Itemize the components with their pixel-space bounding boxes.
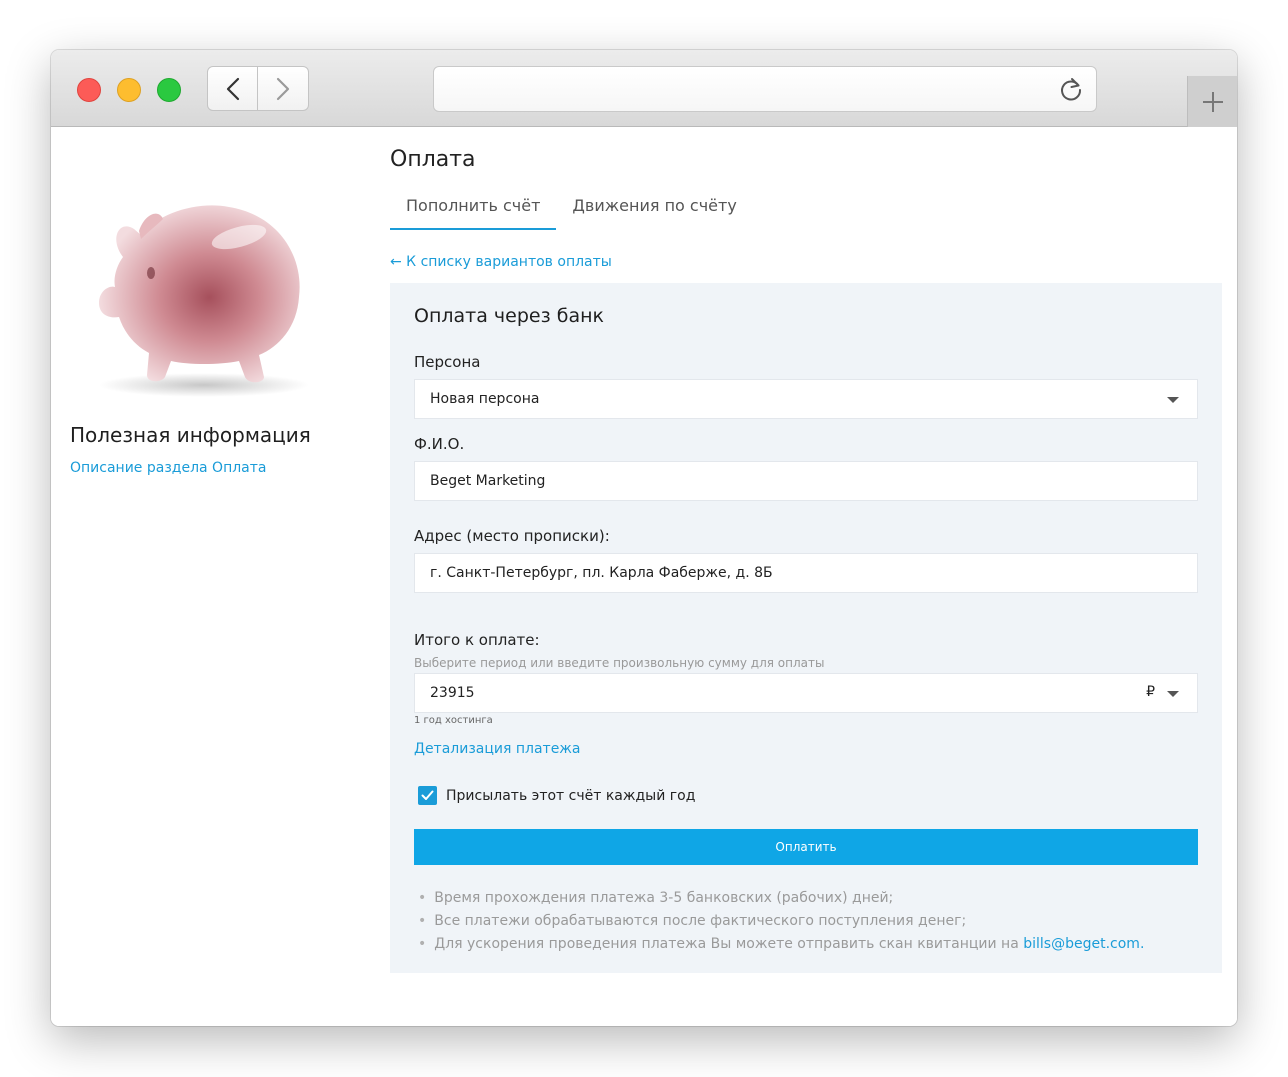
check-icon — [421, 790, 434, 800]
persona-label: Персона — [414, 353, 481, 371]
new-tab-button[interactable] — [1187, 76, 1237, 127]
form-title: Оплата через банк — [414, 305, 604, 327]
note-item: Для ускорения проведения платежа Вы може… — [418, 933, 1144, 956]
note-item: Все платежи обрабатываются после фактиче… — [418, 910, 1144, 933]
piggy-bank-icon — [99, 205, 309, 397]
payment-details-link[interactable]: Детализация платежа — [414, 741, 581, 757]
page-content: Полезная информация Описание раздела Опл… — [51, 127, 1237, 1026]
persona-value: Новая персона — [430, 391, 540, 407]
forward-arrow-icon — [276, 77, 290, 100]
total-amount-value: 23915 — [430, 685, 475, 701]
pay-button[interactable]: Оплатить — [414, 829, 1198, 865]
back-to-payment-options-link[interactable]: ← К списку вариантов оплаты — [390, 254, 612, 270]
bills-email-link[interactable]: bills@beget.com — [1023, 936, 1140, 952]
page-title: Оплата — [390, 147, 476, 172]
fio-field[interactable]: Beget Marketing — [414, 461, 1198, 501]
back-button[interactable] — [207, 66, 258, 111]
yearly-invoice-checkbox-row[interactable]: Присылать этот счёт каждый год — [418, 786, 695, 805]
note-end: . — [1139, 936, 1145, 952]
tab-bar: Пополнить счёт Движения по счёту — [390, 195, 753, 231]
fio-value: Beget Marketing — [430, 473, 546, 489]
tab-top-up[interactable]: Пополнить счёт — [390, 195, 557, 230]
zoom-window-button[interactable] — [157, 78, 181, 102]
total-hint: Выберите период или введите произвольную… — [414, 656, 825, 670]
caret-down-icon — [1167, 397, 1179, 403]
currency-symbol: ₽ — [1146, 684, 1155, 700]
total-note: 1 год хостинга — [414, 715, 493, 726]
forward-button[interactable] — [258, 66, 309, 111]
bank-payment-form: Оплата через банк Персона Новая персона … — [390, 283, 1222, 973]
reload-icon[interactable] — [1058, 76, 1084, 102]
back-arrow-icon — [226, 77, 239, 100]
persona-select[interactable]: Новая персона — [414, 379, 1198, 419]
plus-icon — [1202, 91, 1223, 112]
browser-toolbar — [51, 50, 1237, 127]
fio-label: Ф.И.О. — [414, 435, 465, 453]
address-bar[interactable] — [433, 66, 1097, 112]
close-window-button[interactable] — [77, 78, 101, 102]
yearly-invoice-label: Присылать этот счёт каждый год — [446, 787, 696, 804]
total-label: Итого к оплате: — [414, 631, 540, 649]
caret-down-icon[interactable] — [1167, 691, 1179, 697]
note-text: Для ускорения проведения платежа Вы може… — [434, 936, 1024, 952]
address-field[interactable]: г. Санкт-Петербург, пл. Карла Фаберже, д… — [414, 553, 1198, 593]
note-item: Время прохождения платежа 3-5 банковских… — [418, 887, 1144, 910]
minimize-window-button[interactable] — [117, 78, 141, 102]
address-label: Адрес (место прописки): — [414, 527, 610, 545]
sidebar-title: Полезная информация — [70, 423, 311, 447]
tab-account-movements[interactable]: Движения по счёту — [556, 195, 752, 230]
browser-window: Полезная информация Описание раздела Опл… — [51, 50, 1237, 1026]
sidebar-link-payment-description[interactable]: Описание раздела Оплата — [70, 460, 266, 476]
total-amount-field[interactable]: 23915 ₽ — [414, 673, 1198, 713]
payment-notes: Время прохождения платежа 3-5 банковских… — [418, 887, 1144, 956]
address-value: г. Санкт-Петербург, пл. Карла Фаберже, д… — [430, 565, 773, 581]
yearly-invoice-checkbox[interactable] — [418, 786, 437, 805]
